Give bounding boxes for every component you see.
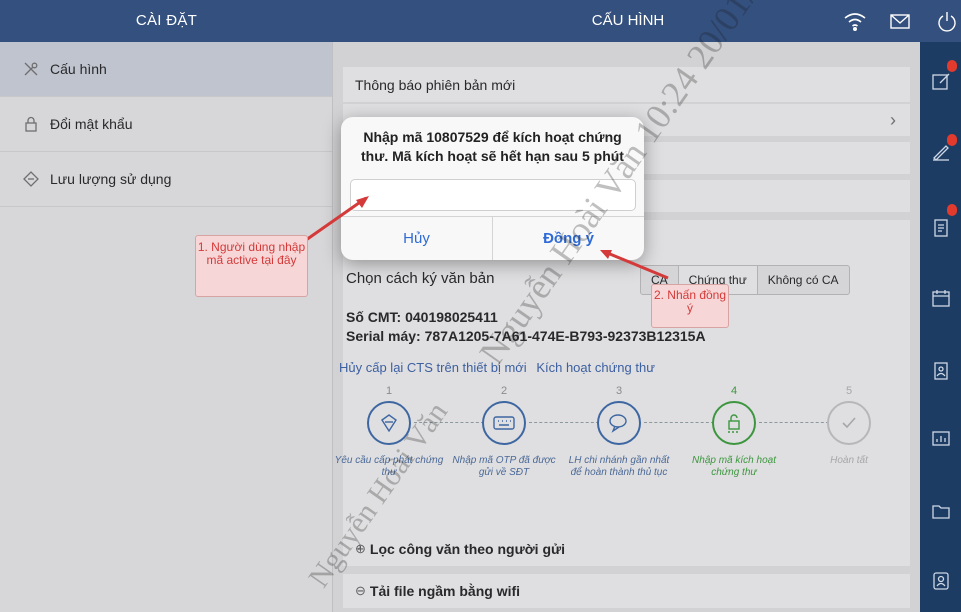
- settings-title: CÀI ĐẶT: [135, 12, 198, 29]
- report-icon[interactable]: [930, 427, 952, 449]
- callout-enter-code: 1. Người dùng nhập mã active tại đây: [195, 235, 308, 297]
- folder-icon[interactable]: [930, 500, 952, 522]
- notification-badge: [947, 134, 957, 146]
- wifi-icon: [842, 8, 868, 34]
- cancel-button[interactable]: Hủy: [341, 217, 492, 260]
- profile-icon[interactable]: [930, 570, 952, 592]
- mail-icon[interactable]: [887, 8, 913, 34]
- right-toolbar: [920, 42, 961, 612]
- confirm-button[interactable]: Đồng ý: [492, 217, 644, 260]
- document-icon[interactable]: [930, 217, 952, 239]
- config-title: CẤU HÌNH: [591, 12, 665, 29]
- power-icon[interactable]: [934, 8, 960, 34]
- compose-icon[interactable]: [930, 70, 952, 92]
- callout-press-agree: 2. Nhấn đồng ý: [651, 284, 729, 328]
- calendar-icon[interactable]: [930, 287, 952, 309]
- top-bar: CÀI ĐẶT CẤU HÌNH: [0, 0, 961, 42]
- activation-dialog: Nhập mã 10807529 để kích hoạt chứng thư.…: [341, 117, 644, 260]
- dialog-message: Nhập mã 10807529 để kích hoạt chứng thư.…: [361, 129, 624, 164]
- contacts-icon[interactable]: [930, 360, 952, 382]
- notification-badge: [947, 204, 957, 216]
- notification-badge: [947, 60, 957, 72]
- activation-code-input[interactable]: [350, 179, 636, 211]
